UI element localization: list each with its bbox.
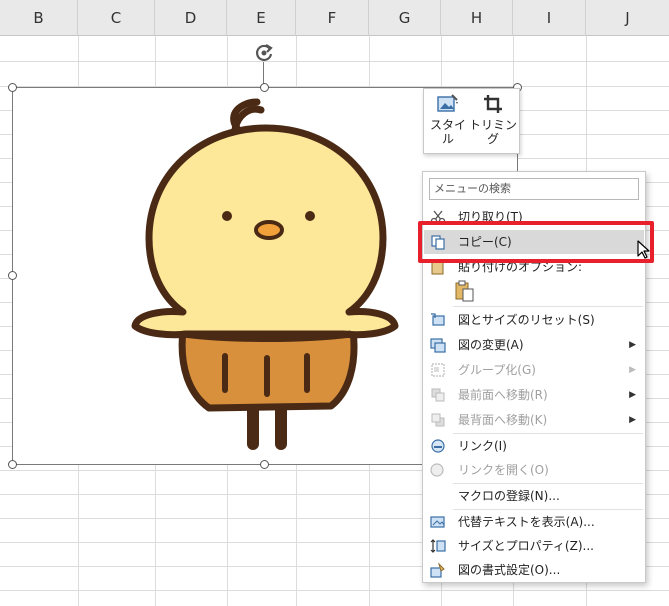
reset-picture-icon (431, 313, 445, 326)
menu-item-label: 最背面へ移動(K) (458, 413, 548, 427)
paste-option-picture-button[interactable] (453, 279, 477, 303)
menu-item-reset-picture[interactable]: 図とサイズのリセット(S) (424, 308, 644, 332)
column-header-d[interactable]: D (155, 0, 227, 36)
style-button[interactable]: スタイ ル (430, 93, 466, 146)
crop-icon (484, 95, 502, 113)
menu-item-label: 図の書式設定(O)... (458, 563, 561, 577)
resize-handle-top-left[interactable] (8, 83, 17, 92)
menu-item-label: リンク(I) (458, 439, 507, 453)
menu-item-send-to-back[interactable]: 最背面へ移動(K) ▶ (424, 408, 644, 432)
trim-label: トリミング (468, 118, 517, 146)
mini-toolbar: スタイ ル トリミング (423, 88, 520, 154)
menu-item-link[interactable]: リンク(I) (424, 434, 644, 458)
column-header-e[interactable]: E (227, 0, 296, 36)
menu-item-bring-to-front[interactable]: 最前面へ移動(R) ▶ (424, 383, 644, 407)
resize-handle-left[interactable] (8, 271, 17, 280)
resize-handle-bottom[interactable] (260, 460, 269, 469)
resize-handle-top[interactable] (260, 83, 269, 92)
change-picture-icon (430, 338, 446, 353)
menu-item-open-link[interactable]: リンクを開く(O) (424, 458, 644, 482)
picture-style-icon (437, 94, 458, 112)
menu-item-assign-macro[interactable]: マクロの登録(N)... (424, 484, 644, 508)
send-to-back-icon (431, 413, 445, 427)
alt-text-icon (430, 516, 445, 528)
grid-line (0, 61, 669, 62)
submenu-arrow-icon: ▶ (629, 390, 636, 400)
column-header-b[interactable]: B (0, 0, 78, 36)
grid-line (0, 590, 669, 591)
menu-item-label: 代替テキストを表示(A)... (458, 515, 595, 529)
menu-item-change-picture[interactable]: 図の変更(A) ▶ (424, 333, 644, 357)
menu-item-label: 最前面へ移動(R) (458, 388, 548, 402)
menu-search-input[interactable]: メニューの検索 (429, 178, 639, 200)
trim-button[interactable]: トリミング (468, 93, 518, 146)
open-link-icon (430, 463, 444, 477)
column-header-g[interactable]: G (369, 0, 441, 36)
menu-separator (453, 306, 643, 307)
rotate-handle-stem (263, 62, 264, 84)
column-header-j[interactable]: J (586, 0, 669, 36)
rotate-handle-icon[interactable] (253, 42, 275, 64)
size-properties-icon (430, 539, 446, 553)
menu-item-label: グループ化(G) (458, 363, 536, 377)
resize-handle-bottom-left[interactable] (8, 460, 17, 469)
menu-item-size-properties[interactable]: サイズとプロパティ(Z)... (424, 534, 644, 558)
paste-clipboard-icon (455, 280, 474, 302)
menu-item-alt-text[interactable]: 代替テキストを表示(A)... (424, 510, 644, 534)
menu-item-label: サイズとプロパティ(Z)... (458, 539, 594, 553)
menu-item-label: マクロの登録(N)... (458, 489, 560, 503)
format-picture-icon (430, 562, 445, 578)
submenu-arrow-icon: ▶ (629, 365, 636, 375)
copy-highlight-annotation (418, 221, 654, 263)
bring-to-front-icon (431, 388, 445, 402)
mouse-cursor-icon (637, 240, 650, 259)
menu-item-label: 図とサイズのリセット(S) (458, 313, 595, 327)
column-header-bar: B C D E F G H I J (0, 0, 669, 36)
column-header-c[interactable]: C (78, 0, 155, 36)
column-header-f[interactable]: F (296, 0, 369, 36)
column-header-h[interactable]: H (441, 0, 513, 36)
link-icon (431, 439, 445, 453)
menu-item-label: 図の変更(A) (458, 338, 524, 352)
style-label-line1: スタイ (430, 118, 467, 132)
menu-item-group[interactable]: グループ化(G) ▶ (424, 358, 644, 382)
style-label-line2: ル (441, 132, 454, 146)
menu-item-label: リンクを開く(O) (458, 463, 549, 477)
menu-item-format-picture[interactable]: 図の書式設定(O)... (424, 558, 644, 582)
group-icon (431, 363, 445, 377)
column-header-i[interactable]: I (513, 0, 586, 36)
submenu-arrow-icon: ▶ (629, 340, 636, 350)
submenu-arrow-icon: ▶ (629, 415, 636, 425)
